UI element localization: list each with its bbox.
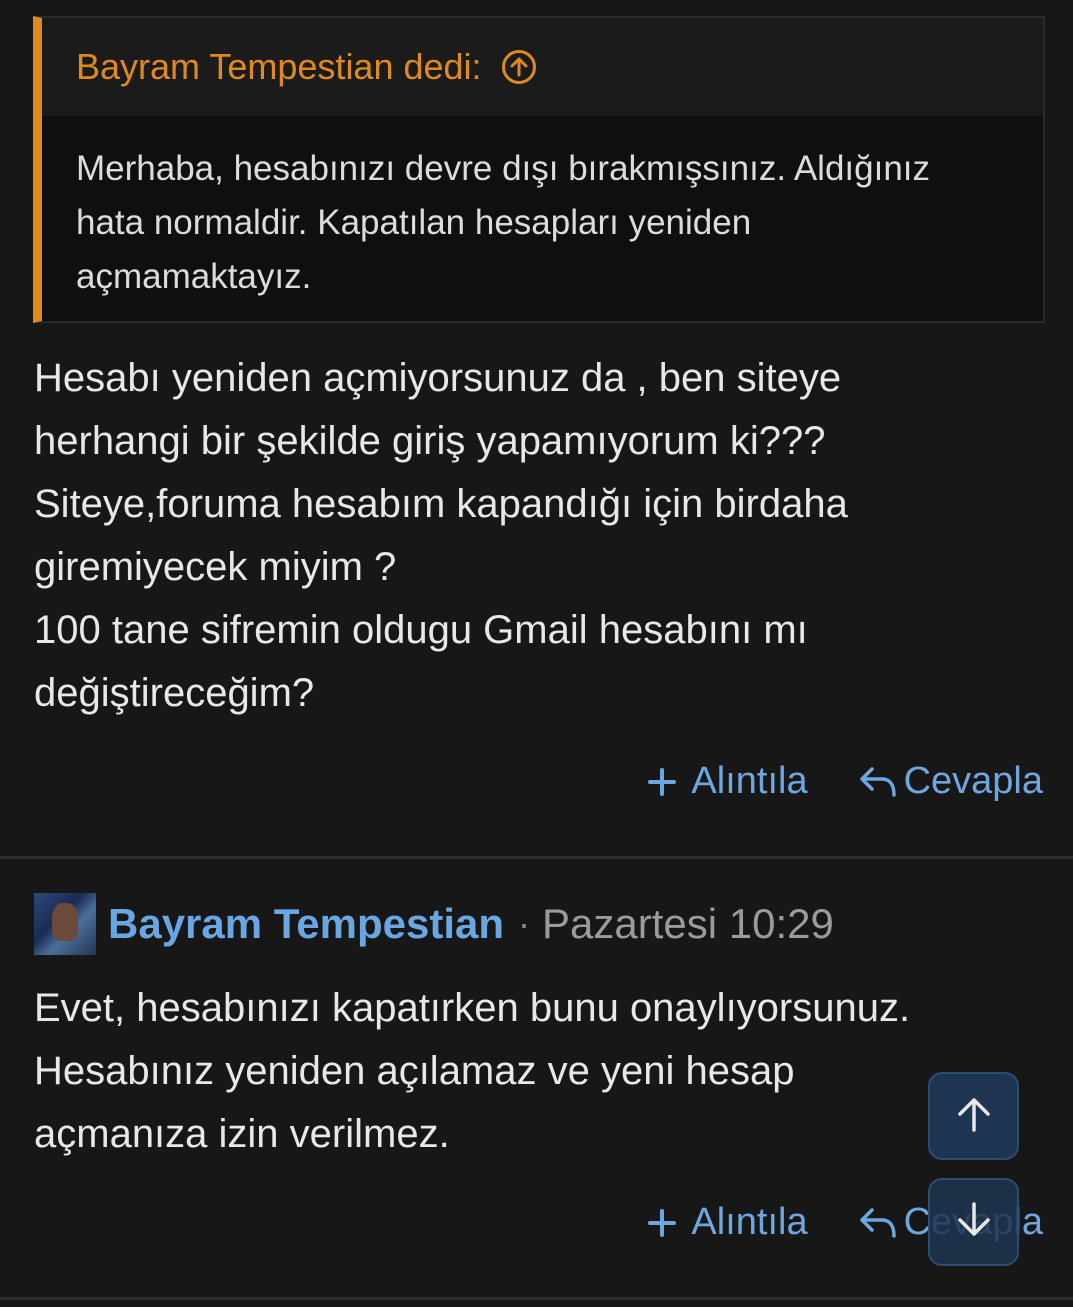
quote-line: Merhaba, hesabınızı devre dışı bırakmışs… (76, 149, 931, 188)
message-line: Hesabınız yeniden açılamaz ve yeni hesap (34, 1049, 795, 1093)
reply-arrow-icon (858, 765, 898, 799)
message-line: herhangi bir şekilde giriş yapamıyorum k… (34, 419, 826, 463)
reply-button-label: Cevapla (903, 760, 1043, 802)
quote-button[interactable]: Alıntıla (647, 760, 808, 803)
message-line: Hesabı yeniden açmiyorsunuz da , ben sit… (34, 356, 842, 400)
quote-button-label: Alıntıla (691, 1201, 808, 1243)
post-author[interactable]: Bayram Tempestian (108, 900, 504, 948)
message-line: Evet, hesabınızı kapatırken bunu onaylıy… (34, 986, 911, 1030)
plus-icon (647, 767, 677, 797)
quote-button[interactable]: Alıntıla (647, 1201, 808, 1244)
thread-page: Bayram Tempestian dedi: Merhaba, hesabın… (0, 0, 1073, 1307)
avatar[interactable] (34, 893, 96, 955)
message-line: 100 tane sifremin oldugu Gmail hesabını … (34, 608, 808, 652)
message-line: değiştireceğim? (34, 671, 315, 715)
scroll-bottom-button[interactable] (928, 1178, 1019, 1266)
message-body: Evet, hesabınızı kapatırken bunu onaylıy… (34, 977, 910, 1166)
meta-separator: · (518, 903, 531, 944)
post-header: Bayram Tempestian · Pazartesi 10:29 (34, 893, 834, 955)
quote-author-label: Bayram Tempestian dedi: (76, 46, 482, 87)
message-body: Hesabı yeniden açmiyorsunuz da , ben sit… (34, 347, 848, 725)
message-line: açmanıza izin verilmez. (34, 1112, 450, 1156)
reply-button[interactable]: Cevapla (858, 760, 1043, 803)
post-divider (0, 1297, 1073, 1300)
post-divider (0, 856, 1073, 859)
post-actions: Alıntıla Cevapla (647, 760, 1043, 803)
arrow-up-icon (954, 1094, 994, 1139)
quote-block: Bayram Tempestian dedi: Merhaba, hesabın… (33, 16, 1045, 323)
message-line: Siteye,foruma hesabım kapandığı için bir… (34, 482, 848, 526)
quote-button-label: Alıntıla (691, 760, 808, 802)
quote-header[interactable]: Bayram Tempestian dedi: (42, 18, 1043, 116)
arrow-up-circle-icon[interactable] (501, 50, 536, 84)
plus-icon (647, 1208, 677, 1238)
quote-text: Merhaba, hesabınızı devre dışı bırakmışs… (42, 116, 1043, 304)
scroll-top-button[interactable] (928, 1072, 1019, 1160)
quote-line: hata normaldir. Kapatılan hesapları yeni… (76, 203, 752, 242)
reply-arrow-icon (858, 1206, 898, 1240)
post-timestamp[interactable]: Pazartesi 10:29 (542, 900, 834, 948)
message-line: giremiyecek miyim ? (34, 545, 397, 589)
arrow-down-icon (954, 1200, 994, 1245)
quote-line: açmamaktayız. (76, 257, 312, 296)
